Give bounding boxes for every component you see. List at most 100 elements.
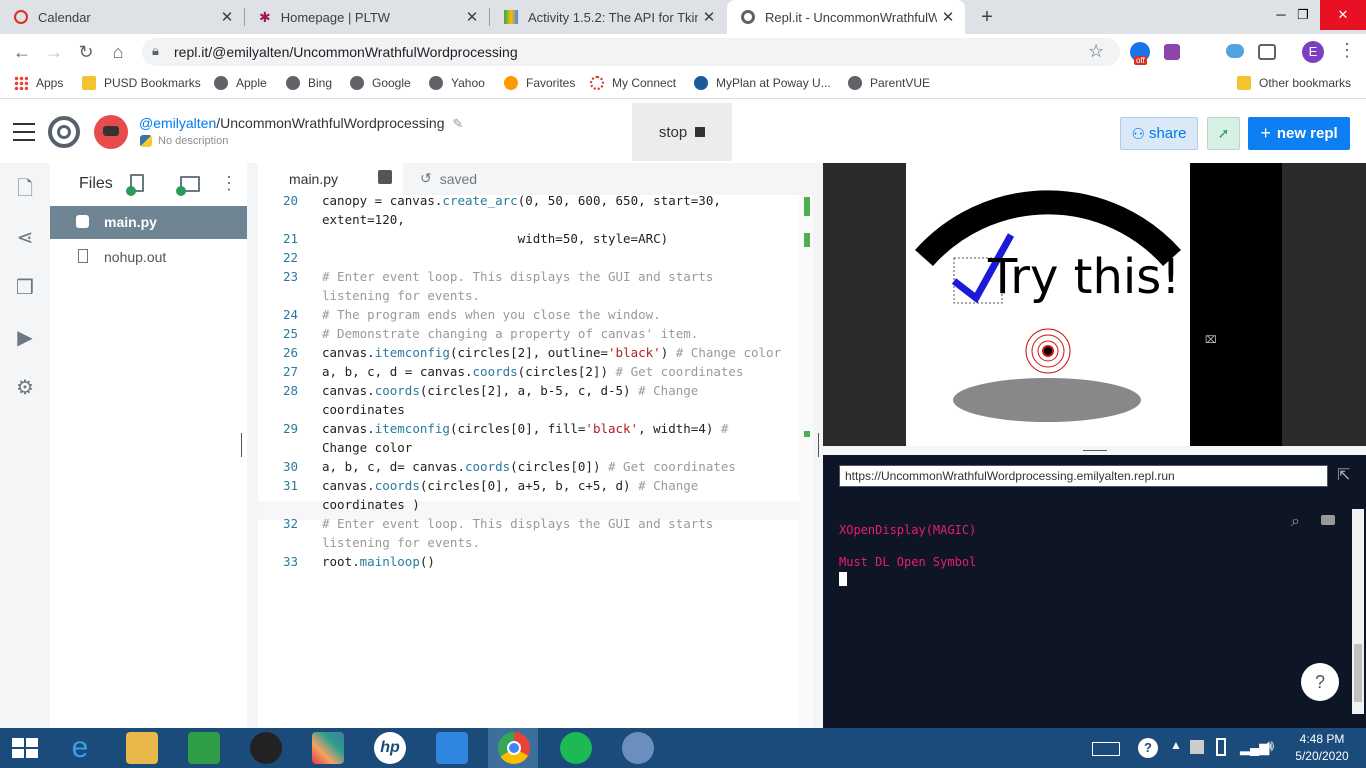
file-item-main-py[interactable]: main.py — [50, 206, 247, 239]
line-number: 22 — [282, 250, 298, 265]
onedrive-icon[interactable] — [436, 732, 468, 764]
help-button[interactable]: ? — [1301, 663, 1339, 701]
clear-console-icon[interactable] — [1321, 515, 1335, 525]
open-new-tab-icon[interactable]: ⇱ — [1337, 465, 1350, 485]
paint-app-icon[interactable] — [312, 732, 344, 764]
keyboard-icon[interactable] — [1092, 742, 1120, 756]
format-doc-icon[interactable] — [378, 170, 392, 184]
repl-owner-link[interactable]: @emilyalten — [139, 115, 216, 131]
editor-scrollbar[interactable] — [799, 195, 813, 728]
panel-divider[interactable] — [241, 163, 258, 728]
bookmark-apps[interactable]: Apps — [14, 76, 63, 90]
search-icon[interactable]: ⌕ — [1291, 513, 1300, 531]
tab-pltw[interactable]: ✱ Homepage | PLTW ✕ — [245, 0, 489, 34]
output-divider[interactable] — [823, 446, 1366, 455]
bookmark-google[interactable]: Google — [350, 76, 411, 90]
chrome-taskbar-button[interactable] — [488, 728, 538, 768]
code-editor[interactable]: main.py ↺ saved 20 canopy = canvas.create… — [258, 163, 813, 728]
code-line: 27 a, b, c, d = canvas.coords(circles[2])… — [258, 362, 798, 381]
cloud-icon[interactable] — [1226, 44, 1244, 58]
network-status-icon[interactable] — [1190, 740, 1204, 754]
hamburger-menu-icon[interactable] — [13, 123, 35, 141]
tab-activity[interactable]: Activity 1.5.2: The API for Tkinter ✕ — [490, 0, 726, 34]
panel-divider[interactable] — [813, 163, 823, 728]
bookmark-pusd[interactable]: PUSD Bookmarks — [82, 76, 201, 90]
code-area[interactable]: 20 canopy = canvas.create_arc(0, 50, 600,… — [258, 191, 813, 728]
repl-name[interactable]: /UncommonWrathfulWordprocessing — [216, 115, 444, 131]
puzzle-icon[interactable] — [1164, 44, 1180, 60]
bookmarks-bar: Apps PUSD Bookmarks Apple Bing Google Ya… — [0, 70, 1366, 99]
bookmark-myplan[interactable]: MyPlan at Poway U... — [694, 76, 831, 90]
close-icon[interactable]: ✕ — [937, 8, 959, 26]
profile-avatar[interactable]: E — [1302, 41, 1324, 63]
line-number: 31 — [282, 478, 298, 493]
bookmark-favorites[interactable]: Favorites — [504, 76, 575, 90]
share-button[interactable]: ⚇ share — [1120, 117, 1198, 150]
volume-icon[interactable]: 🔊︎ — [1264, 738, 1274, 756]
spotify-icon[interactable] — [560, 732, 592, 764]
packages-cube-icon[interactable]: ❒ — [13, 276, 37, 300]
tab-replit[interactable]: Repl.it - UncommonWrathfulWor ✕ — [727, 0, 965, 34]
new-tab-button[interactable]: + — [975, 5, 999, 29]
bookmark-yahoo[interactable]: Yahoo — [429, 76, 485, 90]
reload-icon[interactable]: ↻ — [74, 40, 98, 64]
windows-start-icon[interactable] — [12, 738, 38, 758]
deploy-rocket-button[interactable]: ➚ — [1207, 117, 1240, 150]
add-folder-icon[interactable] — [176, 176, 200, 196]
tab-calendar[interactable]: Calendar ✕ — [0, 0, 244, 34]
bookmark-apple[interactable]: Apple — [214, 76, 267, 90]
webview-url-input[interactable]: https://UncommonWrathfulWordprocessing.e… — [839, 465, 1328, 487]
battery-icon[interactable] — [1216, 738, 1226, 756]
stop-button[interactable]: stop — [632, 103, 732, 161]
console-scrollbar[interactable] — [1352, 509, 1364, 714]
new-repl-button[interactable]: + new repl — [1248, 117, 1350, 150]
store-icon[interactable] — [188, 732, 220, 764]
apps-grid-icon — [14, 76, 28, 90]
help-tray-icon[interactable]: ? — [1138, 738, 1158, 758]
add-file-icon[interactable] — [126, 174, 144, 196]
bookmark-myconnect[interactable]: My Connect — [590, 76, 676, 90]
share-nodes-icon[interactable]: ⋖ — [13, 226, 37, 250]
avatar[interactable] — [94, 115, 128, 149]
file-name: nohup.out — [104, 249, 167, 265]
address-bar[interactable]: 🔒︎ repl.it/@emilyalten/UncommonWrathfulW… — [142, 38, 1120, 66]
settings-gear-icon[interactable]: ⚙︎ — [13, 376, 37, 400]
code-line: listening for events. — [258, 533, 798, 552]
code-line: 20 canopy = canvas.create_arc(0, 50, 600,… — [258, 191, 798, 210]
myconnect-icon — [590, 76, 604, 90]
menu-icon[interactable]: ⋮ — [1338, 40, 1356, 61]
line-text: # Demonstrate changing a property of can… — [322, 326, 699, 341]
lock-icon: 🔒︎ — [152, 43, 159, 58]
repl-app-icon[interactable] — [622, 732, 654, 764]
replit-logo[interactable] — [48, 116, 80, 148]
console[interactable]: ⌕ XOpenDisplay(MAGIC) Must DL Open Symbo… — [823, 495, 1366, 728]
clock[interactable]: 4:48 PM 5/20/2020 — [1290, 732, 1354, 763]
close-icon[interactable]: ✕ — [216, 8, 238, 26]
debugger-icon[interactable]: ▶︎ — [13, 326, 37, 350]
bookmark-bing[interactable]: Bing — [286, 76, 332, 90]
code-line: 23 # Enter event loop. This displays the … — [258, 267, 798, 286]
file-item-nohup-out[interactable]: nohup.out — [50, 243, 247, 276]
back-icon[interactable]: ← — [10, 40, 34, 64]
forward-icon[interactable]: → — [42, 40, 66, 64]
repl-description[interactable]: No description — [140, 135, 228, 147]
camera-app-icon[interactable] — [250, 732, 282, 764]
files-icon[interactable]: 🗋︎ — [13, 177, 37, 201]
cast-icon[interactable] — [1258, 44, 1276, 60]
star-icon[interactable]: ☆ — [1088, 41, 1104, 62]
bookmark-other[interactable]: Other bookmarks — [1237, 76, 1351, 90]
home-icon[interactable]: ⌂ — [106, 40, 130, 64]
edit-pencil-icon[interactable]: ✎ — [452, 116, 463, 131]
hp-icon[interactable]: hp — [374, 732, 406, 764]
close-window-button[interactable]: ✕ — [1320, 0, 1366, 30]
file-explorer-icon[interactable] — [126, 732, 158, 764]
add-user-icon: ⚇ — [1131, 125, 1145, 143]
more-options-icon[interactable]: ⋮ — [220, 173, 238, 194]
internet-explorer-icon[interactable]: e — [64, 732, 96, 764]
code-line: 30 a, b, c, d= canvas.coords(circles[0]) … — [258, 457, 798, 476]
tray-chevron-icon[interactable]: ▲ — [1170, 738, 1182, 752]
close-icon[interactable]: ✕ — [698, 8, 720, 26]
bookmark-parentvue[interactable]: ParentVUE — [848, 76, 930, 90]
extension-badge: off — [1134, 56, 1147, 65]
close-icon[interactable]: ✕ — [461, 8, 483, 26]
